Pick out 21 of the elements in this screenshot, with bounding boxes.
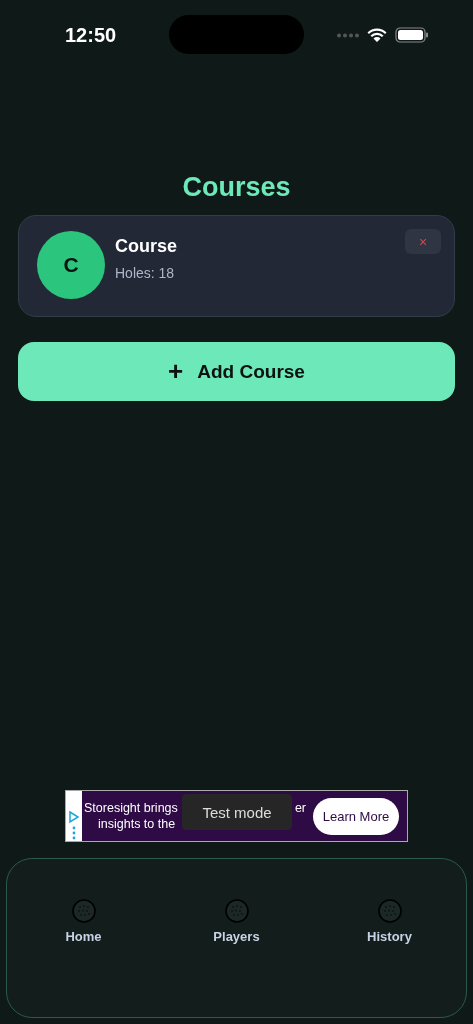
golf-ball-icon bbox=[224, 899, 249, 923]
page-title: Courses bbox=[181, 172, 292, 203]
battery-icon bbox=[395, 27, 429, 43]
status-time: 12:50 bbox=[65, 23, 117, 47]
add-course-button[interactable]: + Add Course bbox=[18, 342, 455, 401]
golf-ball-icon bbox=[377, 899, 402, 923]
ad-text: insights to the bbox=[97, 816, 177, 832]
test-mode-toast: Test mode bbox=[182, 794, 292, 830]
course-holes: Holes: 18 bbox=[115, 264, 176, 281]
course-avatar: C bbox=[37, 231, 105, 299]
golf-ball-icon bbox=[71, 899, 96, 923]
tab[interactable]: Players bbox=[160, 899, 313, 949]
learn-more-button[interactable]: Learn More bbox=[313, 797, 399, 835]
ad-text: er bbox=[294, 800, 306, 816]
course-card[interactable]: C Course Holes: 18 × bbox=[18, 215, 455, 317]
course-name: Course bbox=[115, 235, 177, 257]
signal-icon bbox=[337, 32, 359, 38]
tab[interactable]: Home bbox=[7, 899, 160, 949]
ad-text: Storesight brings bbox=[84, 800, 178, 816]
tab[interactable]: History bbox=[313, 899, 466, 949]
wifi-icon bbox=[367, 27, 387, 43]
